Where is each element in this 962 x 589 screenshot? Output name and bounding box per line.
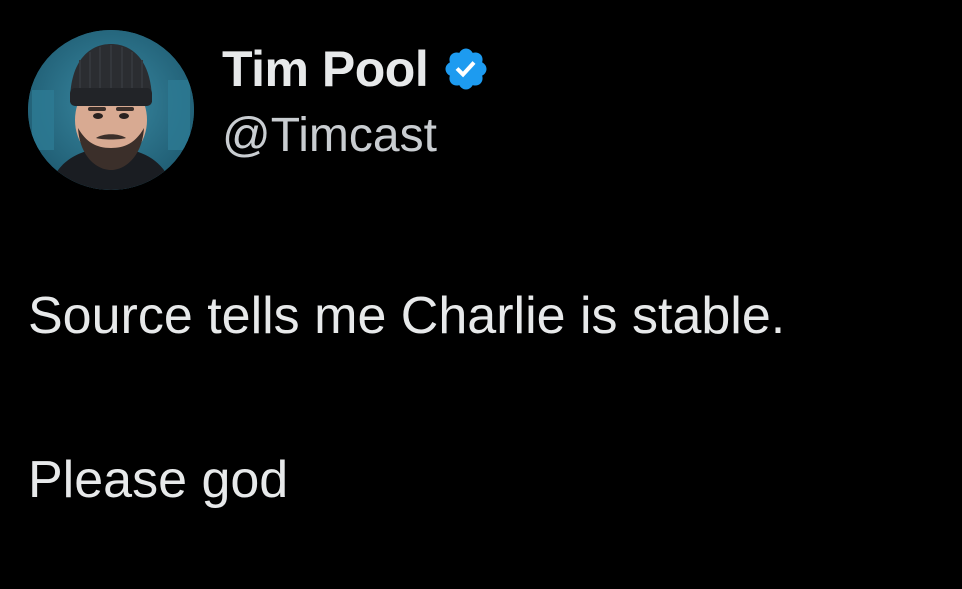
- avatar[interactable]: [28, 30, 194, 190]
- verified-badge-icon: [442, 45, 490, 93]
- tweet-text-line: Source tells me Charlie is stable.: [28, 287, 786, 345]
- tweet-card: Tim Pool @Timcast Source tells me Charli…: [0, 0, 962, 589]
- tweet-body: Source tells me Charlie is stable. Pleas…: [28, 286, 785, 510]
- author-block: Tim Pool @Timcast: [222, 38, 490, 163]
- avatar-photo: [28, 30, 194, 190]
- user-handle[interactable]: @Timcast: [222, 108, 490, 163]
- display-name[interactable]: Tim Pool: [222, 40, 429, 98]
- tweet-text-line: Please god: [28, 451, 289, 509]
- name-row: Tim Pool: [222, 38, 490, 100]
